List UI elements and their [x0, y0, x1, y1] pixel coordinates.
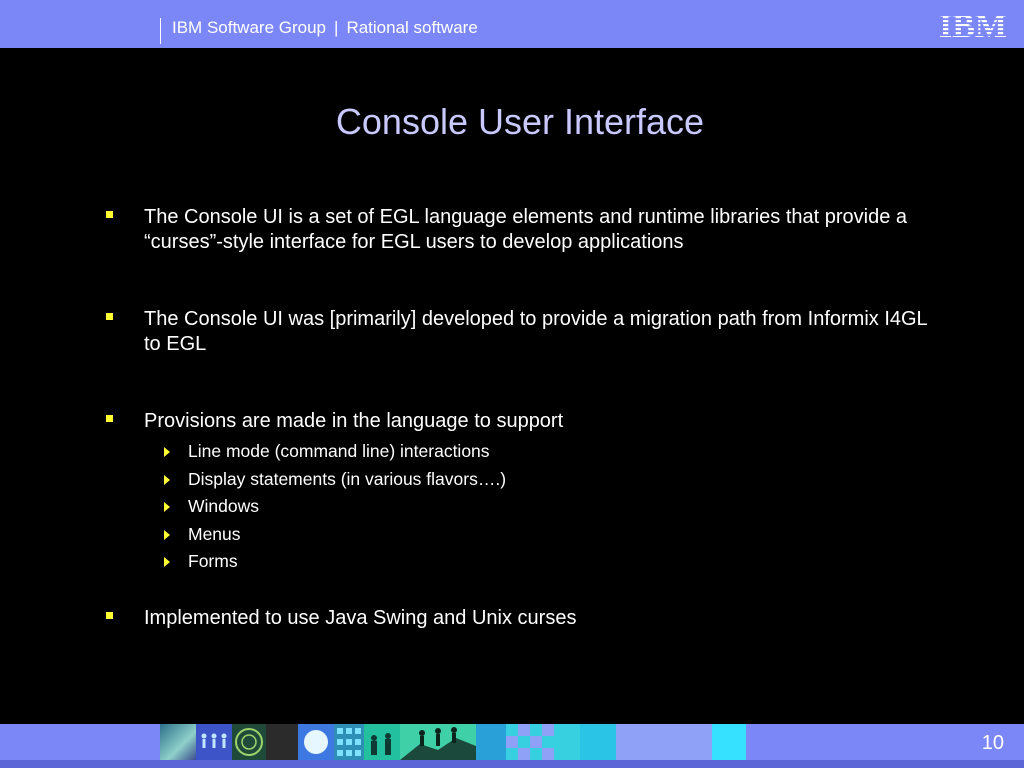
triangle-bullet-icon — [164, 474, 170, 485]
header-group: IBM Software Group — [172, 18, 327, 37]
mosaic-tile-team-icon — [364, 724, 400, 760]
mosaic-tile-tech-icon — [160, 724, 196, 760]
header-separator: | — [334, 18, 339, 37]
mosaic-tile-lightblue-icon — [616, 724, 712, 760]
sub-bullet-list: Line mode (command line) interactions Di… — [144, 438, 936, 576]
sub-bullet-item: Windows — [144, 493, 936, 521]
mosaic-tile-globe-icon — [232, 724, 266, 760]
footer-strip — [0, 760, 1024, 768]
sub-bullet-text: Line mode (command line) interactions — [188, 441, 490, 461]
mosaic-tile-dark-icon — [266, 724, 298, 760]
mosaic-tile-pixels-icon — [506, 724, 580, 760]
sub-bullet-item: Line mode (command line) interactions — [144, 438, 936, 466]
mosaic-tile-aqua-icon — [712, 724, 746, 760]
header-divider — [160, 18, 161, 44]
mosaic-tile-climbers-icon — [400, 724, 476, 760]
triangle-bullet-icon — [164, 502, 170, 512]
triangle-bullet-icon — [164, 529, 170, 540]
bullet-text: The Console UI was [primarily] developed… — [144, 308, 927, 355]
bullet-text: The Console UI is a set of EGL language … — [144, 206, 908, 253]
header-division: Rational software — [346, 18, 478, 37]
mosaic-tile-people-icon — [196, 724, 232, 760]
bullet-text: Provisions are made in the language to s… — [144, 410, 564, 432]
footer-image-mosaic — [160, 724, 750, 760]
bullet-text: Implemented to use Java Swing and Unix c… — [144, 606, 577, 629]
mosaic-tile-blue-icon — [476, 724, 506, 760]
triangle-bullet-icon — [164, 557, 170, 567]
sub-bullet-text: Windows — [188, 496, 259, 516]
mosaic-tile-circle-icon — [298, 724, 334, 760]
sub-bullet-text: Forms — [188, 551, 238, 571]
bullet-list: The Console UI is a set of EGL language … — [106, 205, 936, 631]
sub-bullet-item: Display statements (in various flavors….… — [144, 466, 936, 494]
header-band: IBM Software Group | Rational software IBM — [0, 0, 1024, 48]
square-bullet-icon — [106, 211, 113, 218]
bullet-item: The Console UI was [primarily] developed… — [106, 307, 936, 357]
bullet-item: Provisions are made in the language to s… — [106, 409, 936, 576]
sub-bullet-text: Menus — [188, 523, 241, 544]
sub-bullet-item: Menus — [144, 521, 936, 549]
slide: IBM Software Group | Rational software IBM… — [0, 0, 1024, 768]
sub-bullet-item: Forms — [144, 548, 936, 576]
triangle-bullet-icon — [164, 447, 170, 457]
sub-bullet-text: Display statements (in various flavors….… — [188, 468, 507, 489]
bullet-item: Implemented to use Java Swing and Unix c… — [106, 606, 936, 631]
square-bullet-icon — [106, 415, 113, 422]
square-bullet-icon — [106, 313, 113, 320]
header-text: IBM Software Group | Rational software — [172, 17, 478, 39]
ibm-logo-text: IBM — [939, 8, 1007, 40]
page-number: 10 — [981, 732, 1004, 754]
bullet-item: The Console UI is a set of EGL language … — [106, 205, 936, 255]
mosaic-tile-grid-icon — [334, 724, 364, 760]
square-bullet-icon — [106, 611, 113, 619]
slide-title: Console User Interface — [335, 101, 705, 142]
ibm-logo-icon: IBM — [939, 8, 1007, 40]
mosaic-tile-cyan-icon — [580, 724, 616, 760]
